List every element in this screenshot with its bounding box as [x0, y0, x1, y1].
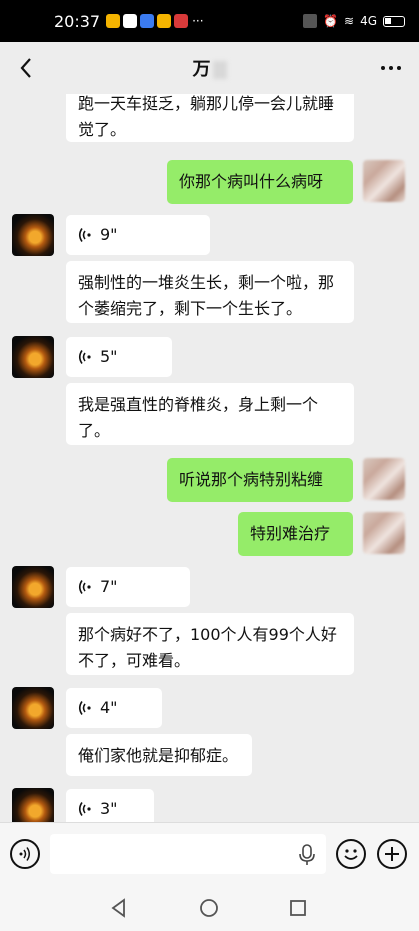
voice-duration: 5"	[100, 347, 118, 366]
more-options-button[interactable]	[377, 54, 405, 82]
smiley-icon	[344, 849, 358, 860]
message-bubble-incoming[interactable]: 我是强直性的脊椎炎，身上剩一个了。	[66, 383, 354, 445]
voice-duration: 3"	[100, 799, 118, 818]
voice-message[interactable]: 5"	[66, 337, 172, 377]
message-bubble-outgoing[interactable]: 听说那个病特别粘缠	[167, 458, 353, 502]
voice-duration: 4"	[100, 698, 118, 717]
my-avatar[interactable]	[363, 512, 405, 554]
friend-avatar[interactable]	[12, 687, 54, 729]
voice-wave-icon	[78, 228, 91, 242]
friend-avatar[interactable]	[12, 788, 54, 822]
alarm-icon: ⏰	[323, 14, 338, 28]
weibo-icon	[106, 14, 121, 28]
message-list[interactable]: 跑一天车挺乏，躺那儿停一会儿就睡觉了。 你那个病叫什么病呀 9" 强制性的一堆炎…	[0, 94, 419, 822]
voice-wave-icon	[78, 701, 91, 715]
nav-back-button[interactable]	[107, 896, 131, 920]
message-bubble-outgoing[interactable]: 你那个病叫什么病呀	[167, 160, 353, 204]
chat-header: 万	[0, 42, 419, 94]
chevron-left-icon	[20, 58, 31, 78]
friend-avatar[interactable]	[12, 214, 54, 256]
voice-duration: 9"	[100, 225, 118, 244]
microphone-icon[interactable]	[298, 844, 316, 866]
emoji-button[interactable]	[336, 839, 366, 869]
message-bubble-incoming[interactable]: 跑一天车挺乏，躺那儿停一会儿就睡觉了。	[66, 94, 354, 142]
system-nav-bar	[0, 884, 419, 931]
voice-message[interactable]: 3"	[66, 789, 154, 822]
voice-wave-icon	[78, 580, 91, 594]
status-time: 20:37	[54, 11, 101, 31]
wifi-icon: ≋	[344, 14, 355, 28]
app-icon	[140, 14, 155, 28]
app-icon-2	[174, 14, 189, 28]
dot-icon	[381, 66, 385, 70]
more-notifications-icon: ···	[192, 14, 204, 28]
message-input[interactable]	[50, 834, 326, 874]
mail-icon	[123, 14, 138, 28]
square-recents-icon	[290, 900, 306, 916]
input-bar	[0, 822, 419, 884]
message-bubble-incoming[interactable]: 俺们家他就是抑郁症。	[66, 734, 252, 776]
hidden-icon	[303, 14, 318, 28]
friend-avatar[interactable]	[12, 566, 54, 608]
my-avatar[interactable]	[363, 458, 405, 500]
signal-icon: 4G	[360, 14, 377, 28]
more-actions-button[interactable]	[377, 839, 407, 869]
title-redacted	[212, 61, 227, 79]
message-bubble-incoming[interactable]: 那个病好不了，100个人有99个人好不了，可难看。	[66, 613, 354, 675]
friend-avatar[interactable]	[12, 336, 54, 378]
dot-icon	[397, 66, 401, 70]
weibo-icon-2	[157, 14, 172, 28]
dot-icon	[389, 66, 393, 70]
voice-input-toggle[interactable]	[10, 839, 40, 869]
circle-home-icon	[200, 899, 218, 917]
triangle-back-icon	[111, 898, 125, 918]
voice-message[interactable]: 9"	[66, 215, 210, 255]
message-bubble-incoming[interactable]: 强制性的一堆炎生长，剩一个啦，那个萎缩完了，剩下一个生长了。	[66, 261, 354, 323]
my-avatar[interactable]	[363, 160, 405, 202]
voice-wave-icon	[78, 802, 91, 816]
voice-message[interactable]: 4"	[66, 688, 162, 728]
voice-duration: 7"	[100, 577, 118, 596]
plus-icon	[385, 847, 399, 861]
status-bar: 20:37 ··· ⏰ ≋ 4G	[0, 0, 419, 42]
notification-icons	[106, 14, 189, 28]
nav-recents-button[interactable]	[286, 896, 310, 920]
voice-message[interactable]: 7"	[66, 567, 190, 607]
nav-home-button[interactable]	[197, 896, 221, 920]
battery-icon	[383, 15, 405, 27]
back-button[interactable]	[12, 54, 40, 82]
voice-wave-icon	[78, 350, 91, 364]
voice-wave-icon	[19, 847, 30, 861]
chat-title: 万	[193, 55, 227, 81]
message-bubble-outgoing[interactable]: 特别难治疗	[238, 512, 353, 556]
